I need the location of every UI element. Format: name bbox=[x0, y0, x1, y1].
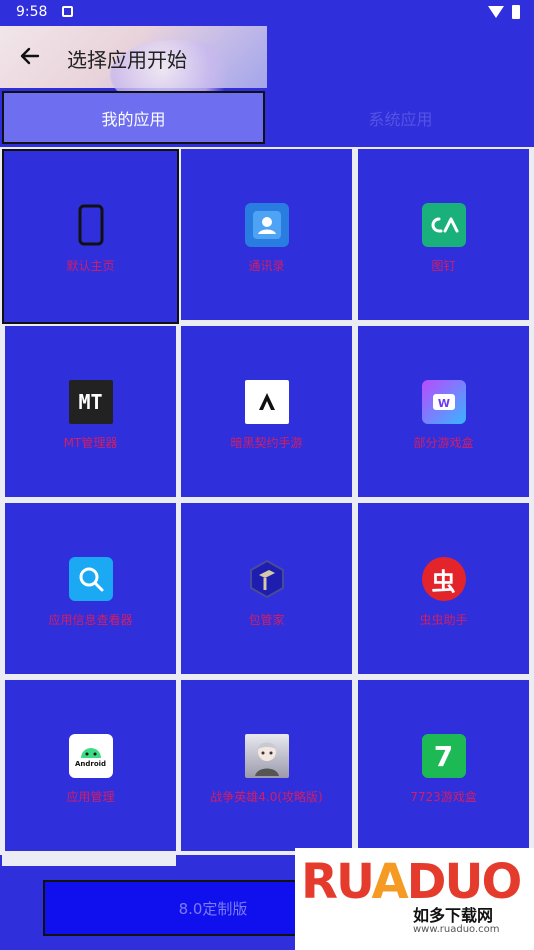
battery-icon bbox=[512, 5, 520, 19]
tab-label: 我的应用 bbox=[101, 109, 166, 129]
app-cell[interactable]: 暗黑契约手游 bbox=[181, 326, 352, 497]
app-label: 通讯录 bbox=[248, 259, 285, 273]
tab-label: 系统应用 bbox=[368, 109, 433, 129]
app-label: 暗黑契约手游 bbox=[230, 436, 303, 450]
app-cell[interactable]: 图钉 bbox=[358, 149, 529, 320]
button-label: 8.0定制版 bbox=[178, 899, 248, 918]
7723-icon: 7 bbox=[421, 734, 466, 778]
dark-contract-icon bbox=[244, 380, 289, 424]
app-cell[interactable]: 虫 虫虫助手 bbox=[358, 503, 529, 674]
status-time: 9:58 bbox=[16, 4, 48, 20]
app-label: 图钉 bbox=[431, 259, 456, 273]
app-label: 部分游戏盒 bbox=[413, 436, 474, 450]
watermark-subtitle: 如多下载网 bbox=[413, 906, 494, 925]
chongchong-icon: 虫 bbox=[421, 557, 466, 601]
status-bar: 9:58 bbox=[0, 0, 534, 26]
app-cell[interactable]: 包管家 bbox=[181, 503, 352, 674]
app-cell[interactable]: Android 应用管理 bbox=[5, 680, 176, 851]
app-label: 战争英雄4.0(攻略版) bbox=[210, 790, 323, 804]
watermark-logo: RUADUO 如多下载网 www.ruaduo.com bbox=[295, 848, 534, 950]
package-box-icon bbox=[245, 557, 289, 601]
app-label: 7723游戏盒 bbox=[410, 790, 477, 804]
app-cell[interactable]: 应用信息查看器 bbox=[5, 503, 176, 674]
anime-avatar-icon bbox=[244, 734, 289, 778]
tab-system-apps[interactable]: 系统应用 bbox=[267, 91, 534, 144]
app-cell[interactable]: 7 7723游戏盒 bbox=[358, 680, 529, 851]
tab-bar: 我的应用 系统应用 bbox=[0, 90, 534, 147]
notification-icon bbox=[62, 6, 73, 17]
phone-icon bbox=[69, 203, 113, 247]
page-title: 选择应用开始 bbox=[67, 48, 187, 72]
back-arrow-icon[interactable] bbox=[18, 44, 42, 68]
wifi-icon bbox=[488, 6, 504, 18]
app-label: 应用管理 bbox=[66, 790, 115, 804]
tab-my-apps[interactable]: 我的应用 bbox=[2, 91, 265, 144]
app-cell[interactable]: 战争英雄4.0(攻略版) bbox=[181, 680, 352, 851]
app-cell[interactable]: W 部分游戏盒 bbox=[358, 326, 529, 497]
app-cell[interactable]: 默认主页 bbox=[2, 149, 179, 324]
app-info-icon bbox=[68, 557, 113, 601]
mt-manager-icon: MT bbox=[68, 380, 113, 424]
app-cell[interactable]: 通讯录 bbox=[181, 149, 352, 320]
app-label: 应用信息查看器 bbox=[48, 613, 133, 627]
app-label: 默认主页 bbox=[66, 259, 115, 273]
game-box-icon: W bbox=[421, 380, 466, 424]
app-label: 虫虫助手 bbox=[419, 613, 468, 627]
app-cell[interactable]: MT MT管理器 bbox=[5, 326, 176, 497]
contacts-icon bbox=[244, 203, 289, 247]
watermark-url: www.ruaduo.com bbox=[413, 924, 500, 935]
app-label: 包管家 bbox=[248, 613, 285, 627]
android-icon: Android bbox=[68, 734, 113, 778]
app-label: MT管理器 bbox=[63, 436, 118, 450]
pin-app-icon bbox=[421, 203, 466, 247]
svg-text:W: W bbox=[437, 397, 449, 410]
